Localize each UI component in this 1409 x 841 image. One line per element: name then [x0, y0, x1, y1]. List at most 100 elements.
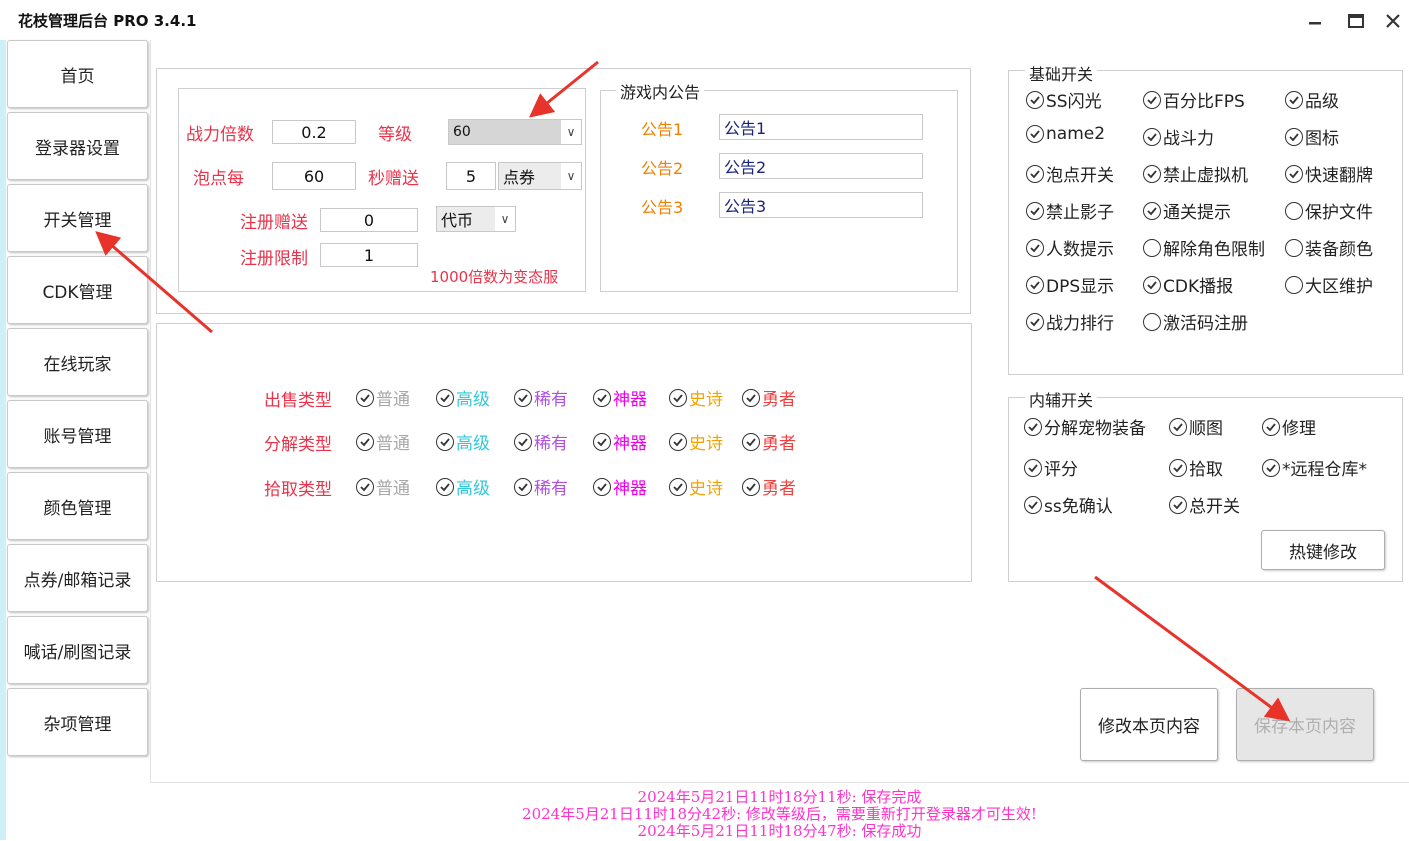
basic-switch-checkbox[interactable]: 禁止虚拟机	[1143, 161, 1248, 186]
basic-switch-checkbox[interactable]: 战力排行	[1026, 309, 1114, 334]
checkbox-label: 装备颜色	[1305, 240, 1373, 260]
announcement-3-field[interactable]: 公告3	[719, 192, 923, 218]
sidebar-item-launcher[interactable]: 登录器设置	[7, 112, 148, 180]
basic-switch-checkbox[interactable]: 战斗力	[1143, 124, 1214, 149]
basic-switch-checkbox[interactable]: 图标	[1285, 124, 1339, 149]
checkbox-label: 神器	[613, 434, 647, 454]
hotkey-button[interactable]: 热键修改	[1261, 530, 1385, 570]
save-page-button[interactable]: 保存本页内容	[1236, 688, 1374, 761]
announcement-1-field[interactable]: 公告1	[719, 114, 923, 140]
grade-checkbox[interactable]: 神器	[593, 385, 647, 410]
power-multiplier-field[interactable]: 0.2	[272, 120, 356, 144]
checkmark-icon	[1026, 164, 1044, 183]
basic-switch-checkbox[interactable]: CDK播报	[1143, 272, 1233, 297]
basic-switch-checkbox[interactable]: 激活码注册	[1143, 309, 1248, 334]
grade-checkbox[interactable]: 史诗	[669, 429, 723, 454]
sidebar-item-cdk[interactable]: CDK管理	[7, 256, 148, 324]
window-edge	[0, 40, 6, 840]
aux-switch-checkbox[interactable]: ss免确认	[1024, 492, 1113, 517]
grade-checkbox[interactable]: 高级	[436, 474, 490, 499]
level-select[interactable]: 60 ∨	[448, 119, 582, 145]
basic-switch-checkbox[interactable]: 装备颜色	[1285, 235, 1373, 260]
grade-checkbox[interactable]: 高级	[436, 429, 490, 454]
grade-checkbox[interactable]: 史诗	[669, 474, 723, 499]
basic-switch-checkbox[interactable]: 百分比FPS	[1143, 87, 1245, 112]
basic-switch-checkbox[interactable]: SS闪光	[1026, 87, 1102, 112]
gift-currency-value: 点券	[499, 163, 561, 189]
checkmark-icon	[1262, 458, 1280, 477]
checkmark-icon	[1143, 201, 1161, 220]
checkbox-label: ss免确认	[1044, 497, 1113, 517]
aux-switch-checkbox[interactable]: *远程仓库*	[1262, 455, 1367, 480]
grade-checkbox[interactable]: 神器	[593, 474, 647, 499]
bubble-field[interactable]: 60	[272, 162, 356, 190]
basic-switch-checkbox[interactable]: DPS显示	[1026, 272, 1114, 297]
aux-switch-checkbox[interactable]: 总开关	[1169, 492, 1240, 517]
grade-checkbox[interactable]: 稀有	[514, 385, 568, 410]
grade-checkbox[interactable]: 普通	[356, 429, 410, 454]
grade-checkbox[interactable]: 史诗	[669, 385, 723, 410]
basic-switches-title: 基础开关	[1025, 61, 1098, 85]
grade-checkbox[interactable]: 勇者	[742, 474, 796, 499]
aux-switch-checkbox[interactable]: 拾取	[1169, 455, 1223, 480]
aux-switch-checkbox[interactable]: 分解宠物装备	[1024, 414, 1146, 439]
seconds-gift-field[interactable]: 5	[446, 162, 496, 190]
checkbox-label: 评分	[1044, 460, 1078, 480]
checkmark-icon	[1024, 495, 1042, 514]
register-limit-field[interactable]: 1	[320, 243, 418, 267]
checkmark-icon	[1143, 275, 1161, 294]
checkbox-label: 顺图	[1189, 419, 1223, 439]
register-gift-field[interactable]: 0	[320, 208, 418, 232]
basic-switch-checkbox[interactable]: 保护文件	[1285, 198, 1373, 223]
sidebar-item-online[interactable]: 在线玩家	[7, 328, 148, 396]
grade-checkbox[interactable]: 稀有	[514, 474, 568, 499]
basic-switch-checkbox[interactable]: 人数提示	[1026, 235, 1114, 260]
checkmark-icon	[669, 477, 687, 496]
grade-checkbox[interactable]: 普通	[356, 385, 410, 410]
item-type-row-label: 出售类型	[264, 391, 332, 411]
register-gift-currency-select[interactable]: 代币 ∨	[436, 206, 516, 232]
modify-page-button[interactable]: 修改本页内容	[1080, 688, 1218, 761]
grade-checkbox[interactable]: 普通	[356, 474, 410, 499]
checkmark-icon	[1026, 238, 1044, 257]
sidebar-item-misc[interactable]: 杂项管理	[7, 688, 148, 756]
grade-checkbox[interactable]: 稀有	[514, 429, 568, 454]
announcement-1-label: 公告1	[641, 120, 684, 139]
checkmark-icon	[1169, 417, 1187, 436]
basic-switch-checkbox[interactable]: 禁止影子	[1026, 198, 1114, 223]
aux-switch-checkbox[interactable]: 评分	[1024, 455, 1078, 480]
grade-checkbox[interactable]: 神器	[593, 429, 647, 454]
aux-switch-checkbox[interactable]: 顺图	[1169, 414, 1223, 439]
sidebar-item-colors[interactable]: 颜色管理	[7, 472, 148, 540]
sidebar-item-switches[interactable]: 开关管理	[7, 184, 148, 252]
basic-switch-checkbox[interactable]: 大区维护	[1285, 272, 1373, 297]
log-line: 2024年5月21日11时18分11秒: 保存完成	[637, 788, 922, 806]
aux-switch-checkbox[interactable]: 修理	[1262, 414, 1316, 439]
bubble-label: 泡点每	[193, 169, 244, 189]
minimize-icon[interactable]	[1300, 6, 1330, 36]
checkbox-label: 普通	[376, 479, 410, 499]
sidebar-item-mail[interactable]: 点券/邮箱记录	[7, 544, 148, 612]
basic-switch-checkbox[interactable]: 泡点开关	[1026, 161, 1114, 186]
close-icon[interactable]	[1378, 6, 1408, 36]
register-gift-currency-value: 代币	[437, 207, 495, 231]
checkmark-icon	[669, 432, 687, 451]
grade-checkbox[interactable]: 高级	[436, 385, 490, 410]
aux-switches-title: 内辅开关	[1025, 387, 1098, 411]
grade-checkbox[interactable]: 勇者	[742, 385, 796, 410]
checkbox-label: 修理	[1282, 419, 1316, 439]
gift-currency-select[interactable]: 点券 ∨	[498, 162, 582, 190]
sidebar-item-chat[interactable]: 喊话/刷图记录	[7, 616, 148, 684]
announcement-2-field[interactable]: 公告2	[719, 153, 923, 179]
checkbox-label: 勇者	[762, 390, 796, 410]
maximize-icon[interactable]	[1341, 6, 1371, 36]
basic-switch-checkbox[interactable]: 通关提示	[1143, 198, 1231, 223]
sidebar-item-home[interactable]: 首页	[7, 40, 148, 108]
grade-checkbox[interactable]: 勇者	[742, 429, 796, 454]
basic-switch-checkbox[interactable]: 解除角色限制	[1143, 235, 1265, 260]
basic-switch-checkbox[interactable]: 品级	[1285, 87, 1339, 112]
basic-switch-checkbox[interactable]: name2	[1026, 124, 1105, 144]
basic-switch-checkbox[interactable]: 快速翻牌	[1285, 161, 1373, 186]
sidebar-item-accounts[interactable]: 账号管理	[7, 400, 148, 468]
checkmark-icon	[436, 432, 454, 451]
